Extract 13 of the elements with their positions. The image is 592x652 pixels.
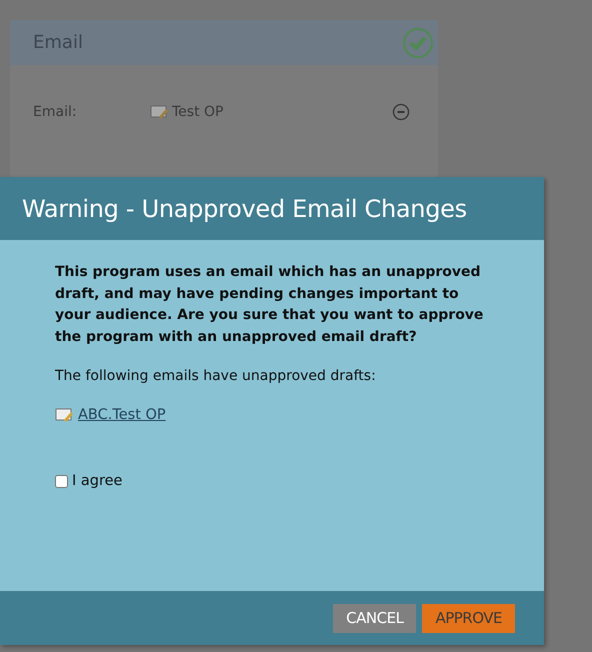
- email-icon: [55, 407, 73, 423]
- remove-icon[interactable]: [392, 103, 410, 121]
- email-icon: [150, 104, 168, 120]
- approve-button[interactable]: APPROVE: [422, 604, 515, 632]
- warning-message: This program uses an email which has an unapproved draft, and may have pending changes important to your audience. Are you sure that you want to approve the program with an unapproved email draft?: [55, 263, 484, 346]
- dialog-title: Warning - Unapproved Email Changes: [22, 194, 467, 222]
- email-link[interactable]: ABC.Test OP: [78, 407, 166, 423]
- cancel-button[interactable]: CANCEL: [333, 604, 416, 632]
- agree-checkbox[interactable]: [55, 474, 68, 488]
- field-label: Email:: [33, 104, 78, 120]
- list-intro: The following emails have unapproved drafts:: [55, 368, 377, 384]
- agree-label: I agree: [72, 473, 122, 489]
- field-value: Test OP: [172, 104, 224, 120]
